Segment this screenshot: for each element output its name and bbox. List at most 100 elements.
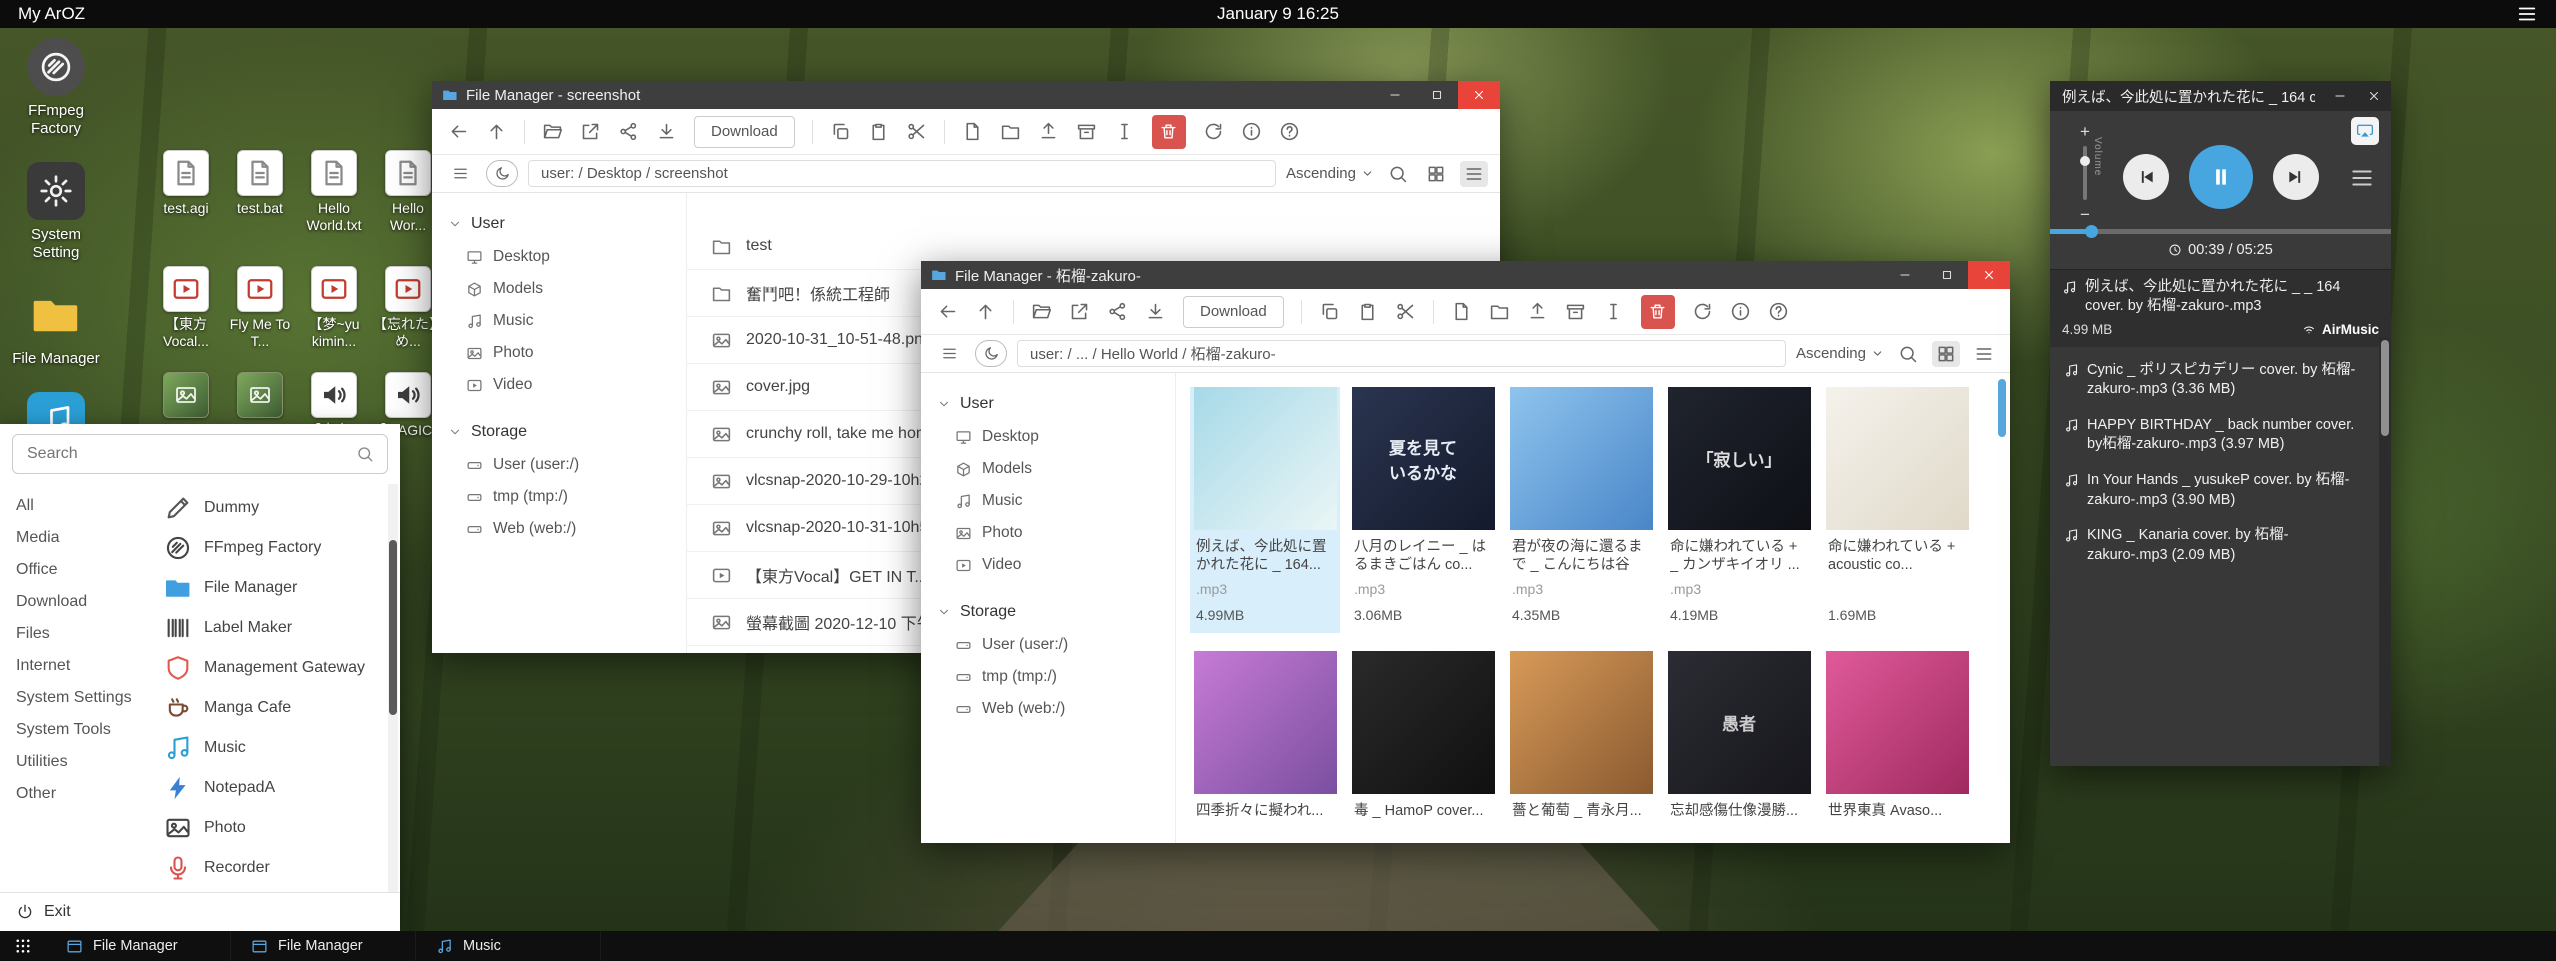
playlist-item[interactable]: HAPPY BIRTHDAY _ back number cover. by柘榴… xyxy=(2062,408,2371,463)
new-folder-button[interactable] xyxy=(1000,121,1021,142)
new-file-button[interactable] xyxy=(1451,301,1472,322)
category-item[interactable]: Files xyxy=(0,618,150,650)
playlist-item[interactable]: Cynic _ ポリスピカデリー cover. by 柘榴-zakuro-.mp… xyxy=(2062,353,2371,408)
help-button[interactable] xyxy=(1279,121,1300,142)
sidebar-item[interactable]: tmp (tmp:/) xyxy=(921,661,1175,693)
previous-button[interactable] xyxy=(2123,154,2169,200)
open-external-button[interactable] xyxy=(580,121,601,142)
scrollbar-thumb[interactable] xyxy=(2381,340,2389,436)
sidebar-item[interactable]: Video xyxy=(921,549,1175,581)
download-icon-button[interactable] xyxy=(1145,301,1166,322)
title-bar[interactable]: File Manager - 柘榴-zakuro- xyxy=(921,261,2010,289)
sidebar-item[interactable]: Web (web:/) xyxy=(921,693,1175,725)
scrollbar-thumb[interactable] xyxy=(1998,379,2006,437)
list-view-button[interactable] xyxy=(1970,341,1998,367)
desktop-app-icon[interactable]: FFmpeg Factory xyxy=(8,38,104,138)
playlist-item[interactable]: KING _ Kanaria cover. by 柘榴-zakuro-.mp3 … xyxy=(2062,518,2371,573)
category-item[interactable]: Download xyxy=(0,586,150,618)
category-item[interactable]: Office xyxy=(0,554,150,586)
sort-dropdown[interactable]: Ascending xyxy=(1796,345,1884,362)
desktop-file-icon[interactable]: Hello World.txt xyxy=(298,150,370,234)
seek-knob[interactable] xyxy=(2085,225,2098,238)
app-list-item[interactable]: Music xyxy=(160,728,380,768)
desktop-file-icon[interactable]: test.agi xyxy=(150,150,222,234)
seek-bar[interactable] xyxy=(2050,229,2391,234)
dark-mode-button[interactable] xyxy=(975,340,1007,367)
sidebar-item[interactable]: tmp (tmp:/) xyxy=(432,481,686,513)
minimize-button[interactable] xyxy=(2323,81,2357,111)
up-button[interactable] xyxy=(486,121,507,142)
desktop-file-icon[interactable]: 【東方Vocal... xyxy=(150,266,222,350)
sidebar-item[interactable]: Photo xyxy=(921,517,1175,549)
sidebar-section-storage[interactable]: Storage xyxy=(921,595,1175,629)
list-mode-button[interactable] xyxy=(933,340,965,367)
next-button[interactable] xyxy=(2273,154,2319,200)
airmusic-badge[interactable]: AirMusic xyxy=(2302,322,2379,337)
file-tile[interactable]: 夏を見て いるかな 八月のレイニー _ はるまきごはん co... .mp3 3… xyxy=(1348,387,1498,633)
category-item[interactable]: System Tools xyxy=(0,714,150,746)
pause-button[interactable] xyxy=(2189,145,2253,209)
taskbar-task[interactable]: Music xyxy=(416,931,601,961)
minimize-button[interactable] xyxy=(1884,261,1926,289)
close-button[interactable] xyxy=(1458,81,1500,109)
file-tile[interactable]: 世界東真 Avaso... xyxy=(1822,651,1972,843)
minimize-button[interactable] xyxy=(1374,81,1416,109)
sidebar-item[interactable]: Music xyxy=(921,485,1175,517)
sidebar-item[interactable]: User (user:/) xyxy=(432,449,686,481)
back-button[interactable] xyxy=(448,121,469,142)
file-tile[interactable]: 四季折々に擬われ... xyxy=(1190,651,1340,843)
upload-button[interactable] xyxy=(1527,301,1548,322)
breadcrumb-path-input[interactable] xyxy=(1017,340,1786,367)
exit-button[interactable]: Exit xyxy=(0,892,400,931)
playlist-scrollbar[interactable] xyxy=(2379,337,2391,766)
playlist-item[interactable]: In Your Hands _ yusukeP cover. by 柘榴-zak… xyxy=(2062,463,2371,518)
desktop-app-icon[interactable]: System Setting xyxy=(8,162,104,262)
open-button[interactable] xyxy=(542,121,563,142)
archive-button[interactable] xyxy=(1565,301,1586,322)
trash-button[interactable] xyxy=(1152,115,1186,149)
scrollbar-thumb[interactable] xyxy=(389,540,397,715)
refresh-button[interactable] xyxy=(1203,121,1224,142)
search-input[interactable] xyxy=(12,434,388,474)
new-folder-button[interactable] xyxy=(1489,301,1510,322)
cut-button[interactable] xyxy=(906,121,927,142)
sidebar-item[interactable]: Models xyxy=(921,453,1175,485)
app-list-item[interactable]: Management Gateway xyxy=(160,648,380,688)
refresh-button[interactable] xyxy=(1692,301,1713,322)
search-view-button[interactable] xyxy=(1894,341,1922,367)
sidebar-item[interactable]: Music xyxy=(432,305,686,337)
close-button[interactable] xyxy=(2357,81,2391,111)
paste-button[interactable] xyxy=(1357,301,1378,322)
sidebar-section-user[interactable]: User xyxy=(921,387,1175,421)
sidebar-item[interactable]: User (user:/) xyxy=(921,629,1175,661)
grid-scrollbar[interactable] xyxy=(1997,379,2007,843)
category-item[interactable]: Internet xyxy=(0,650,150,682)
info-button[interactable] xyxy=(1730,301,1751,322)
category-item[interactable]: All xyxy=(0,490,150,522)
app-list-item[interactable]: Manga Cafe xyxy=(160,688,380,728)
sidebar-item[interactable]: Video xyxy=(432,369,686,401)
file-tile[interactable]: 「寂しい」 命に嫌われている + _ カンザキイオリ ... .mp3 4.19… xyxy=(1664,387,1814,633)
sidebar-item[interactable]: Desktop xyxy=(432,241,686,273)
sidebar-section-storage[interactable]: Storage xyxy=(432,415,686,449)
file-tile[interactable]: 薔と葡萄 _ 青永月... xyxy=(1506,651,1656,843)
sidebar-item[interactable]: Photo xyxy=(432,337,686,369)
app-list-item[interactable]: FFmpeg Factory xyxy=(160,528,380,568)
start-button[interactable] xyxy=(0,931,46,961)
open-button[interactable] xyxy=(1031,301,1052,322)
playlist-toggle-button[interactable] xyxy=(2349,165,2375,191)
file-tile[interactable]: 愚者 忘却感傷仕像漫勝... xyxy=(1664,651,1814,843)
rename-button[interactable] xyxy=(1114,121,1135,142)
download-button[interactable]: Download xyxy=(1183,296,1284,328)
cut-button[interactable] xyxy=(1395,301,1416,322)
maximize-button[interactable] xyxy=(1926,261,1968,289)
search-icon[interactable] xyxy=(356,445,374,463)
grid-view-button[interactable] xyxy=(1422,161,1450,187)
share-button[interactable] xyxy=(618,121,639,142)
title-bar[interactable]: 例えば、今此処に置かれた花に _ 164 c... xyxy=(2050,81,2391,111)
file-tile[interactable]: 毒 _ HamoP cover... xyxy=(1348,651,1498,843)
start-menu-scrollbar[interactable] xyxy=(388,484,398,892)
app-list-item[interactable]: File Manager xyxy=(160,568,380,608)
list-view-button[interactable] xyxy=(1460,161,1488,187)
app-list-item[interactable]: NotepadA xyxy=(160,768,380,808)
